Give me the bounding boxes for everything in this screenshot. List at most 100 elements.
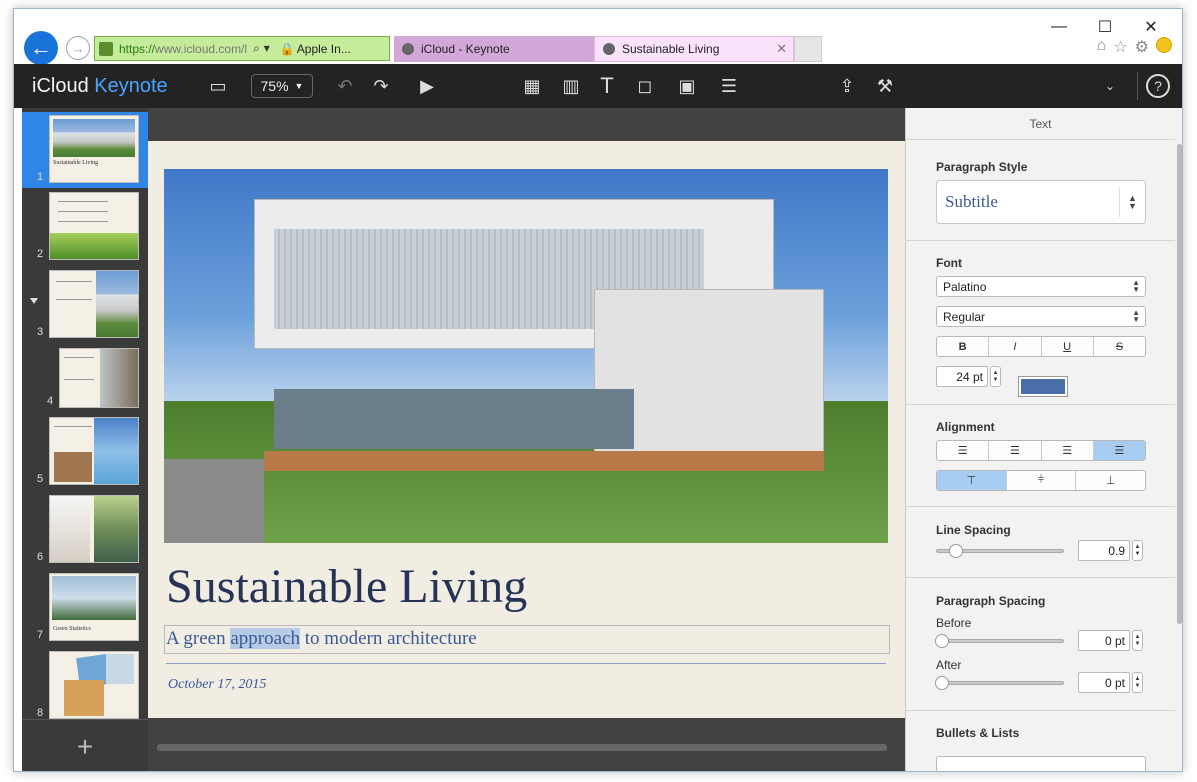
canvas-scrollbar[interactable] — [157, 744, 887, 751]
undo-icon[interactable]: ↶ — [332, 74, 358, 98]
apple-icon — [402, 43, 414, 55]
inspector-scrollbar[interactable] — [1175, 108, 1182, 771]
redo-icon[interactable]: ↷ — [368, 74, 394, 98]
thumb-text — [56, 299, 92, 300]
after-spacing-stepper[interactable]: ▲ ▼ — [1132, 672, 1143, 693]
address-bar[interactable]: https:// www.icloud.com/ l ⌕▾ 🔒 Apple In… — [94, 36, 390, 61]
slide-number: 7 — [37, 629, 44, 641]
back-button[interactable]: ← — [24, 31, 58, 65]
line-spacing-stepper[interactable]: ▲ ▼ — [1132, 540, 1143, 561]
strikethrough-button[interactable]: S — [1094, 337, 1145, 356]
align-bottom-icon[interactable]: ⊥ — [1076, 471, 1145, 490]
bullets-select[interactable] — [936, 756, 1146, 771]
browser-window: — ☐ ✕ ← → https:// www.icloud.com/ l ⌕▾ … — [13, 8, 1183, 772]
table-icon[interactable]: ▦ — [519, 74, 545, 98]
line-spacing-field[interactable]: 0.9 — [1078, 540, 1130, 561]
before-spacing-slider[interactable] — [935, 634, 1064, 648]
font-weight-select[interactable]: Regular ▲ ▼ — [936, 306, 1146, 327]
align-right-icon[interactable]: ☰ — [1042, 441, 1094, 460]
wrench-icon[interactable]: ⚒ — [872, 74, 898, 98]
chart-icon[interactable]: ▥ — [558, 74, 584, 98]
slide-thumb-8[interactable] — [49, 651, 139, 719]
font-size-stepper[interactable]: ▲ ▼ — [990, 366, 1001, 387]
slide-subtitle[interactable]: A green approach to modern architecture — [166, 628, 477, 650]
shape-icon[interactable]: ◻ — [632, 74, 658, 98]
align-justify-icon[interactable]: ☰ — [1093, 441, 1145, 460]
slide-photo[interactable] — [164, 169, 888, 543]
alignment-label: Alignment — [936, 420, 995, 434]
thumb-photo — [50, 496, 90, 562]
slide-thumb-5[interactable] — [49, 417, 139, 485]
slide-number: 5 — [37, 473, 44, 485]
section-divider — [906, 506, 1175, 507]
slide-thumb-2[interactable] — [49, 192, 139, 260]
text-icon[interactable]: T — [594, 73, 620, 98]
bold-button[interactable]: B — [937, 337, 990, 356]
slide-thumb-3[interactable] — [49, 270, 139, 338]
slider-knob[interactable] — [949, 544, 963, 558]
slider-knob[interactable] — [935, 676, 949, 690]
star-icon[interactable]: ☆ — [1113, 37, 1127, 57]
tab-sustainable-living[interactable]: Sustainable Living ✕ — [594, 36, 794, 62]
section-divider — [906, 710, 1175, 711]
before-spacing-stepper[interactable]: ▲ ▼ — [1132, 630, 1143, 651]
format-inspector: Text Paragraph Style Subtitle ▲ ▼ Font Pa… — [905, 108, 1175, 771]
close-tab-icon[interactable]: ✕ — [776, 41, 787, 57]
scrollbar-thumb[interactable] — [1177, 144, 1182, 624]
font-size-field[interactable]: 24 pt — [936, 366, 988, 387]
feedback-smiley-icon[interactable] — [1156, 37, 1172, 53]
tab-icloud-keynote[interactable]: iCloud - Keynote — [394, 36, 594, 62]
align-top-icon[interactable]: ⊤ — [937, 471, 1007, 490]
image-icon[interactable]: ▣ — [674, 74, 700, 98]
before-spacing-field[interactable]: 0 pt — [1078, 630, 1130, 651]
add-slide-button[interactable]: + — [22, 719, 148, 771]
divider-line — [166, 663, 886, 664]
zoom-select[interactable]: 75% ▼ — [251, 74, 313, 98]
slide-thumb-7[interactable]: Green Statistics — [49, 573, 139, 641]
gear-icon[interactable]: ⚙ — [1135, 37, 1149, 57]
minimize-button[interactable]: — — [1036, 15, 1082, 39]
chevron-down-icon[interactable]: ⌄ — [1100, 74, 1120, 98]
maximize-button[interactable]: ☐ — [1082, 15, 1128, 39]
view-icon[interactable]: ▭ — [204, 74, 232, 98]
new-tab-button[interactable] — [794, 36, 822, 62]
forward-button[interactable]: → — [66, 36, 90, 60]
play-icon[interactable]: ▶ — [414, 74, 440, 98]
slide-thumb-6[interactable] — [49, 495, 139, 563]
align-left-icon[interactable]: ☰ — [937, 441, 990, 460]
underline-button[interactable]: U — [1042, 337, 1094, 356]
align-middle-icon[interactable]: ⫩ — [1007, 471, 1077, 490]
slider-knob[interactable] — [935, 634, 949, 648]
apple-icon — [603, 43, 615, 55]
inspector-tab-text[interactable]: Text — [906, 108, 1175, 140]
slide-thumb-1[interactable]: Sustainable Living — [46, 112, 142, 186]
italic-button[interactable]: I — [989, 337, 1042, 356]
slide-thumb-4[interactable] — [59, 348, 139, 408]
url-host: www.icloud.com/ — [155, 41, 245, 56]
lock-icon: 🔒 — [279, 41, 295, 56]
search-icon[interactable]: ⌕▾ — [253, 41, 274, 56]
keynote-toolbar: iCloud Keynote ▭ 75% ▼ ↶ ↷ ▶ ▦ ▥ T ◻ ▣ ☰… — [14, 64, 1182, 108]
font-family-select[interactable]: Palatino ▲ ▼ — [936, 276, 1146, 297]
tab-label: iCloud - Keynote — [421, 42, 510, 56]
certificate-label[interactable]: Apple In... — [297, 42, 351, 56]
comment-icon[interactable]: ☰ — [716, 74, 742, 98]
line-spacing-label: Line Spacing — [936, 523, 1011, 537]
align-center-icon[interactable]: ☰ — [989, 441, 1042, 460]
after-spacing-field[interactable]: 0 pt — [1078, 672, 1130, 693]
text-color-well[interactable] — [1018, 376, 1068, 397]
paragraph-style-select[interactable]: Subtitle ▲ ▼ — [936, 180, 1146, 224]
share-icon[interactable]: ⇪ — [834, 74, 860, 98]
collapse-triangle-icon[interactable] — [30, 298, 38, 304]
home-icon[interactable]: ⌂ — [1097, 37, 1107, 57]
browser-chrome: — ☐ ✕ ← → https:// www.icloud.com/ l ⌕▾ … — [14, 9, 1182, 65]
close-button[interactable]: ✕ — [1128, 15, 1174, 39]
thumb-photo — [64, 680, 104, 716]
after-spacing-slider[interactable] — [935, 676, 1064, 690]
line-spacing-slider[interactable] — [936, 544, 1064, 558]
help-icon[interactable]: ? — [1146, 74, 1170, 98]
slide-navigator: Sustainable Living 1 2 3 4 5 6 Green Sta… — [22, 108, 148, 719]
slide-title[interactable]: Sustainable Living — [166, 559, 527, 614]
font-weight-value: Regular — [943, 309, 986, 324]
slide-date[interactable]: October 17, 2015 — [168, 677, 266, 693]
